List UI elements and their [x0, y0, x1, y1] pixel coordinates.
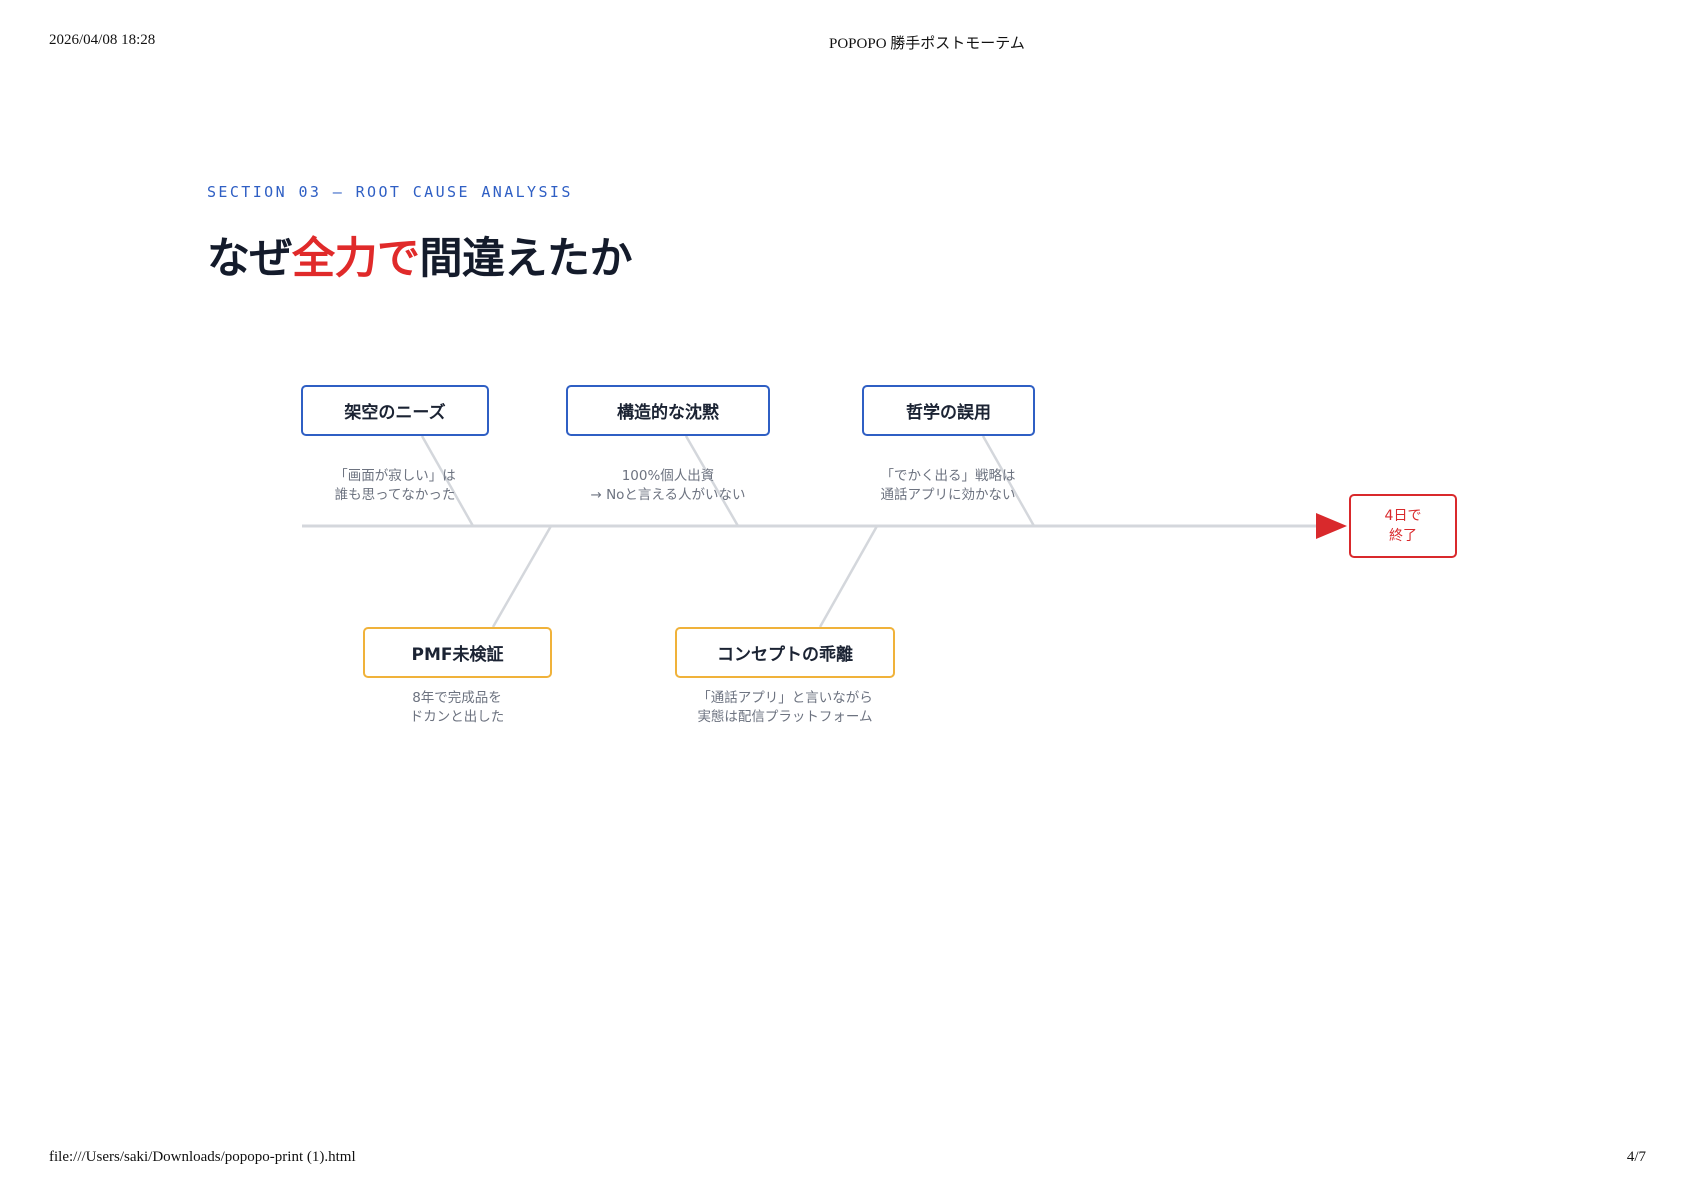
bone-bottom-2 — [818, 525, 879, 628]
cause-box-pmf-unverified: PMF未検証 — [363, 627, 552, 678]
effect-box: 4日で 終了 — [1349, 494, 1457, 558]
cause-box-fictional-needs: 架空のニーズ — [301, 385, 489, 436]
note-line: 「画面が寂しい」は — [334, 468, 456, 484]
bone-bottom-1 — [491, 525, 553, 628]
fishbone-diagram — [302, 435, 1347, 628]
cause-box-structural-silence: 構造的な沈黙 — [566, 385, 770, 436]
note-line: 「通話アプリ」と言いながら — [697, 690, 873, 706]
cause-note-fictional-needs: 「画面が寂しい」は 誰も思ってなかった — [295, 467, 495, 505]
cause-note-concept-gap: 「通話アプリ」と言いながら 実態は配信プラットフォーム — [665, 689, 905, 727]
note-line: 通話アプリに効かない — [880, 487, 1016, 503]
note-line: 実態は配信プラットフォーム — [697, 709, 873, 725]
cause-box-concept-gap: コンセプトの乖離 — [675, 627, 895, 678]
note-line: 8年で完成品を — [412, 690, 502, 706]
effect-line: 終了 — [1389, 528, 1417, 544]
spine-arrowhead — [1316, 513, 1347, 539]
note-line: → Noと言える人がいない — [590, 487, 746, 503]
note-line: 100%個人出資 — [621, 468, 715, 484]
note-line: ドカンと出した — [409, 709, 505, 725]
effect-line: 4日で — [1384, 508, 1422, 524]
cause-note-structural-silence: 100%個人出資 → Noと言える人がいない — [568, 467, 768, 505]
cause-note-pmf-unverified: 8年で完成品を ドカンと出した — [357, 689, 557, 727]
note-line: 「でかく出る」戦略は — [880, 468, 1016, 484]
cause-note-philosophy-misuse: 「でかく出る」戦略は 通話アプリに効かない — [848, 467, 1048, 505]
cause-box-philosophy-misuse: 哲学の誤用 — [862, 385, 1035, 436]
print-page-number: 4/7 — [1626, 1149, 1646, 1165]
print-file-path: file:///Users/saki/Downloads/popopo-prin… — [49, 1149, 356, 1165]
note-line: 誰も思ってなかった — [334, 487, 456, 503]
